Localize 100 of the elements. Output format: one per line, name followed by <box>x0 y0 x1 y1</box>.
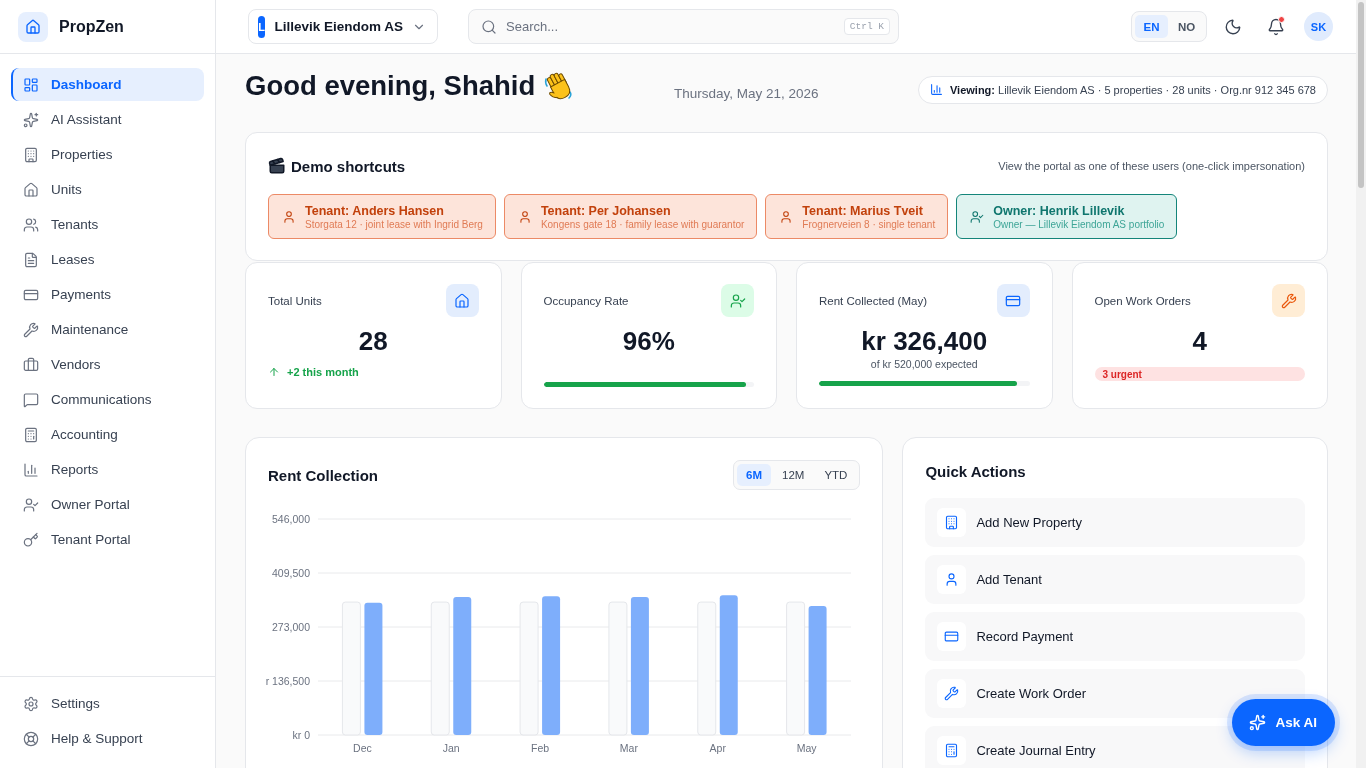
bar-chart-icon <box>23 461 39 478</box>
key-icon <box>23 531 39 548</box>
shortcut-subtitle: Owner — Lillevik Eiendom AS portfolio <box>993 218 1165 230</box>
stat-label: Occupancy Rate <box>543 294 629 307</box>
sidebar-item[interactable]: Dashboard <box>11 68 204 101</box>
calculator-icon <box>937 736 967 765</box>
dashboard-grid-icon <box>23 76 39 93</box>
impersonation-shortcut[interactable]: Tenant: Per Johansen Kongens gate 18 · family lease with guarantor <box>503 194 758 239</box>
sidebar-item[interactable]: Communications <box>11 383 204 416</box>
card-title: Quick Actions <box>925 462 1026 480</box>
range-option[interactable]: 6M <box>737 464 771 486</box>
user-check-icon <box>721 284 754 317</box>
user-check-icon <box>23 496 39 513</box>
impersonation-shortcut[interactable]: Owner: Henrik Lillevik Owner — Lillevik Eiendom AS portfolio <box>956 194 1178 239</box>
x-axis-label: Apr <box>709 742 726 754</box>
user-icon <box>779 209 794 224</box>
card-title: Rent Collection <box>268 466 378 484</box>
quick-action[interactable]: Create Journal Entry <box>925 726 1305 768</box>
card-title: Demo shortcuts <box>291 157 406 175</box>
card-icon <box>996 284 1030 317</box>
stat-value: 96% <box>621 326 676 356</box>
urgent-badge: 3 urgent <box>1094 367 1305 381</box>
brand-name: PropZen <box>59 17 124 36</box>
language-option[interactable]: NO <box>1170 15 1203 38</box>
current-date: Thursday, May 21, 2026 <box>674 85 819 101</box>
shortcut-title: Tenant: Marius Tveit <box>802 203 924 218</box>
stat-value: 28 <box>357 326 389 356</box>
sidebar-item[interactable]: Vendors <box>11 348 204 381</box>
house-logo-icon <box>18 11 48 42</box>
shortcut-hint: Ctrl K <box>843 18 890 35</box>
sidebar-item[interactable]: Help & Support <box>11 722 204 755</box>
quick-action[interactable]: Add Tenant <box>925 555 1305 604</box>
shortcut-subtitle: Frognerveien 8 · single tenant <box>802 218 936 230</box>
x-axis-label: Feb <box>531 742 550 754</box>
card-icon <box>937 622 967 651</box>
sidebar-item[interactable]: Maintenance <box>11 313 204 346</box>
viewing-text: Viewing: Lillevik Eiendom AS · 5 properties · 28 units · Org.nr 912 345 678 <box>949 83 1316 96</box>
greeting-heading: Good evening, Shahid <box>245 69 536 103</box>
quick-action[interactable]: Record Payment <box>925 612 1305 661</box>
wrench-icon <box>937 679 967 708</box>
y-axis-label: r 136,500 <box>265 674 310 687</box>
x-axis-label: Mar <box>619 742 638 754</box>
house-icon <box>23 181 39 198</box>
scrollbar-thumb[interactable] <box>1358 2 1364 188</box>
quick-action[interactable]: Create Work Order <box>925 669 1305 718</box>
sidebar-item[interactable]: Properties <box>11 138 204 171</box>
impersonation-shortcut[interactable]: Tenant: Anders Hansen Storgata 12 · joint lease with Ingrid Berg <box>268 194 496 239</box>
sidebar-item[interactable]: Reports <box>11 453 204 486</box>
range-option[interactable]: 12M <box>773 464 814 486</box>
organization-name: Lillevik Eiendom AS <box>274 19 403 34</box>
user-check-icon <box>970 209 985 224</box>
bell-icon <box>1267 17 1285 36</box>
arrow-up-icon <box>268 366 280 378</box>
y-axis-label: 409,500 <box>272 566 310 579</box>
sidebar-item[interactable]: Tenants <box>11 208 204 241</box>
sidebar-item[interactable]: Owner Portal <box>11 488 204 521</box>
organization-initial: L <box>258 15 266 38</box>
sidebar-item[interactable]: Payments <box>11 278 204 311</box>
sidebar-item[interactable]: Tenant Portal <box>11 523 204 556</box>
x-axis-label: Dec <box>353 742 372 754</box>
building-icon <box>23 146 39 163</box>
bar-chart-icon <box>929 83 943 96</box>
settings-icon <box>23 695 39 712</box>
organization-selector[interactable]: L Lillevik Eiendom AS <box>248 9 438 44</box>
x-axis-label: May <box>796 742 817 754</box>
stat-note: of kr 520,000 expected <box>869 357 979 371</box>
range-option[interactable]: YTD <box>815 464 857 486</box>
chat-bubble-icon <box>23 391 39 408</box>
quick-action[interactable]: Add New Property <box>925 498 1305 547</box>
y-axis-label: 546,000 <box>272 512 310 525</box>
shortcut-subtitle: Storgata 12 · joint lease with Ingrid Berg <box>305 218 483 230</box>
moon-icon <box>1224 17 1242 36</box>
sidebar-item[interactable]: Accounting <box>11 418 204 451</box>
trend-text: +2 this month <box>287 366 359 378</box>
sidebar-item[interactable]: AI Assistant <box>11 103 204 136</box>
stat-value: kr 326,400 <box>860 326 989 356</box>
wrench-icon <box>1272 284 1305 317</box>
language-option[interactable]: EN <box>1135 15 1168 38</box>
search-icon <box>481 18 497 35</box>
demo-hint: View the portal as one of these users (one-click impersonation) <box>998 160 1305 172</box>
user-avatar[interactable]: SK <box>1304 12 1333 41</box>
ask-ai-button[interactable]: Ask AI <box>1232 699 1335 746</box>
lifebuoy-icon <box>23 730 39 747</box>
impersonation-shortcut[interactable]: Tenant: Marius Tveit Frognerveien 8 · single tenant <box>765 194 949 239</box>
sidebar-item[interactable]: Settings <box>11 687 204 720</box>
sparkles-icon <box>1249 714 1267 731</box>
shortcut-title: Owner: Henrik Lillevik <box>993 203 1126 218</box>
sidebar-item[interactable]: Leases <box>11 243 204 276</box>
shortcut-subtitle: Kongens gate 18 · family lease with guarantor <box>540 218 745 230</box>
search-input[interactable]: Search... <box>506 16 835 37</box>
wrench-icon <box>23 321 39 338</box>
users-icon <box>23 216 39 233</box>
calculator-icon <box>23 426 39 443</box>
clapperboard-icon <box>268 157 286 175</box>
house-icon <box>445 284 479 317</box>
stat-label: Rent Collected (May) <box>819 294 927 307</box>
sparkles-icon <box>23 111 39 128</box>
y-axis-label: kr 0 <box>292 728 310 741</box>
shortcut-title: Tenant: Per Johansen <box>540 203 672 218</box>
sidebar-item[interactable]: Units <box>11 173 204 206</box>
